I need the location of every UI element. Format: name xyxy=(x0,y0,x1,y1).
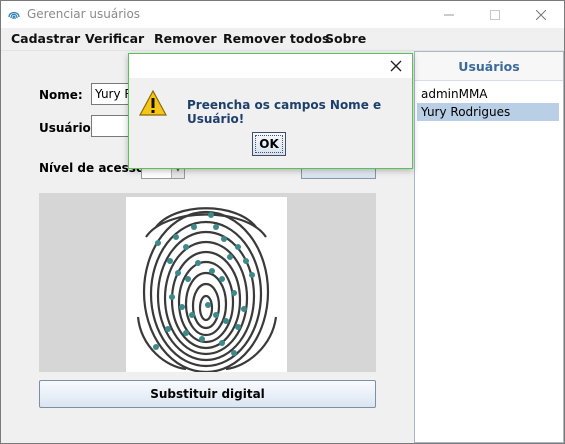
name-label: Nome: xyxy=(39,88,83,102)
menu-cadastrar[interactable]: Cadastrar xyxy=(11,31,80,46)
close-window-button[interactable] xyxy=(518,1,564,28)
menu-remover-todos[interactable]: Remover todos xyxy=(223,31,329,46)
minimize-icon xyxy=(444,14,454,15)
maximize-icon xyxy=(490,9,500,20)
warning-dialog: Preencha os campos Nome e Usuário! OK xyxy=(128,53,413,169)
users-list-panel: Usuários adminMMA Yury Rodrigues xyxy=(414,51,564,443)
user-list-item[interactable]: adminMMA xyxy=(417,85,559,103)
main-window: Gerenciar usuários Cadastrar Verificar R… xyxy=(0,0,565,444)
user-label: Usuário: xyxy=(39,121,96,135)
dialog-title-bar xyxy=(129,54,412,78)
warning-icon xyxy=(139,89,167,116)
title-bar: Gerenciar usuários xyxy=(1,1,564,28)
close-icon[interactable] xyxy=(388,58,404,74)
dialog-message: Preencha os campos Nome e Usuário! xyxy=(187,98,382,126)
ok-button[interactable]: OK xyxy=(252,132,286,156)
menu-bar: Cadastrar Verificar Remover Remover todo… xyxy=(1,28,564,51)
menu-verificar[interactable]: Verificar xyxy=(85,31,144,46)
menu-remover[interactable]: Remover xyxy=(154,31,217,46)
user-field[interactable] xyxy=(91,115,131,137)
replace-fingerprint-button[interactable]: Substituir digital xyxy=(39,380,376,408)
user-list-item-selected[interactable]: Yury Rodrigues xyxy=(417,103,559,121)
maximize-button[interactable] xyxy=(472,1,518,28)
menu-sobre[interactable]: Sobre xyxy=(325,31,366,46)
fingerprint-app-icon xyxy=(8,11,20,20)
close-icon xyxy=(536,9,546,20)
fingerprint-panel xyxy=(39,193,376,372)
window-title: Gerenciar usuários xyxy=(27,7,141,21)
minimize-button[interactable] xyxy=(426,1,472,28)
fingerprint-image xyxy=(126,197,287,372)
users-list-header: Usuários xyxy=(415,52,563,81)
